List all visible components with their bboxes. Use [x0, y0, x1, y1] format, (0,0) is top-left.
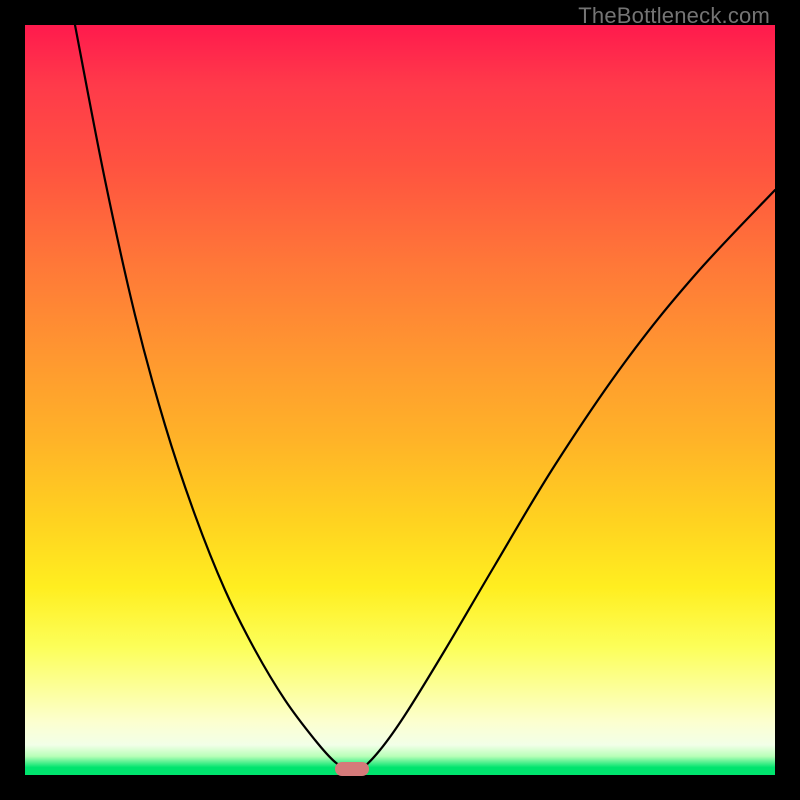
- bottleneck-curve: [25, 25, 775, 775]
- minimum-marker: [335, 762, 369, 776]
- plot-area: [25, 25, 775, 775]
- curve-path: [75, 25, 775, 772]
- watermark-text: TheBottleneck.com: [578, 3, 770, 29]
